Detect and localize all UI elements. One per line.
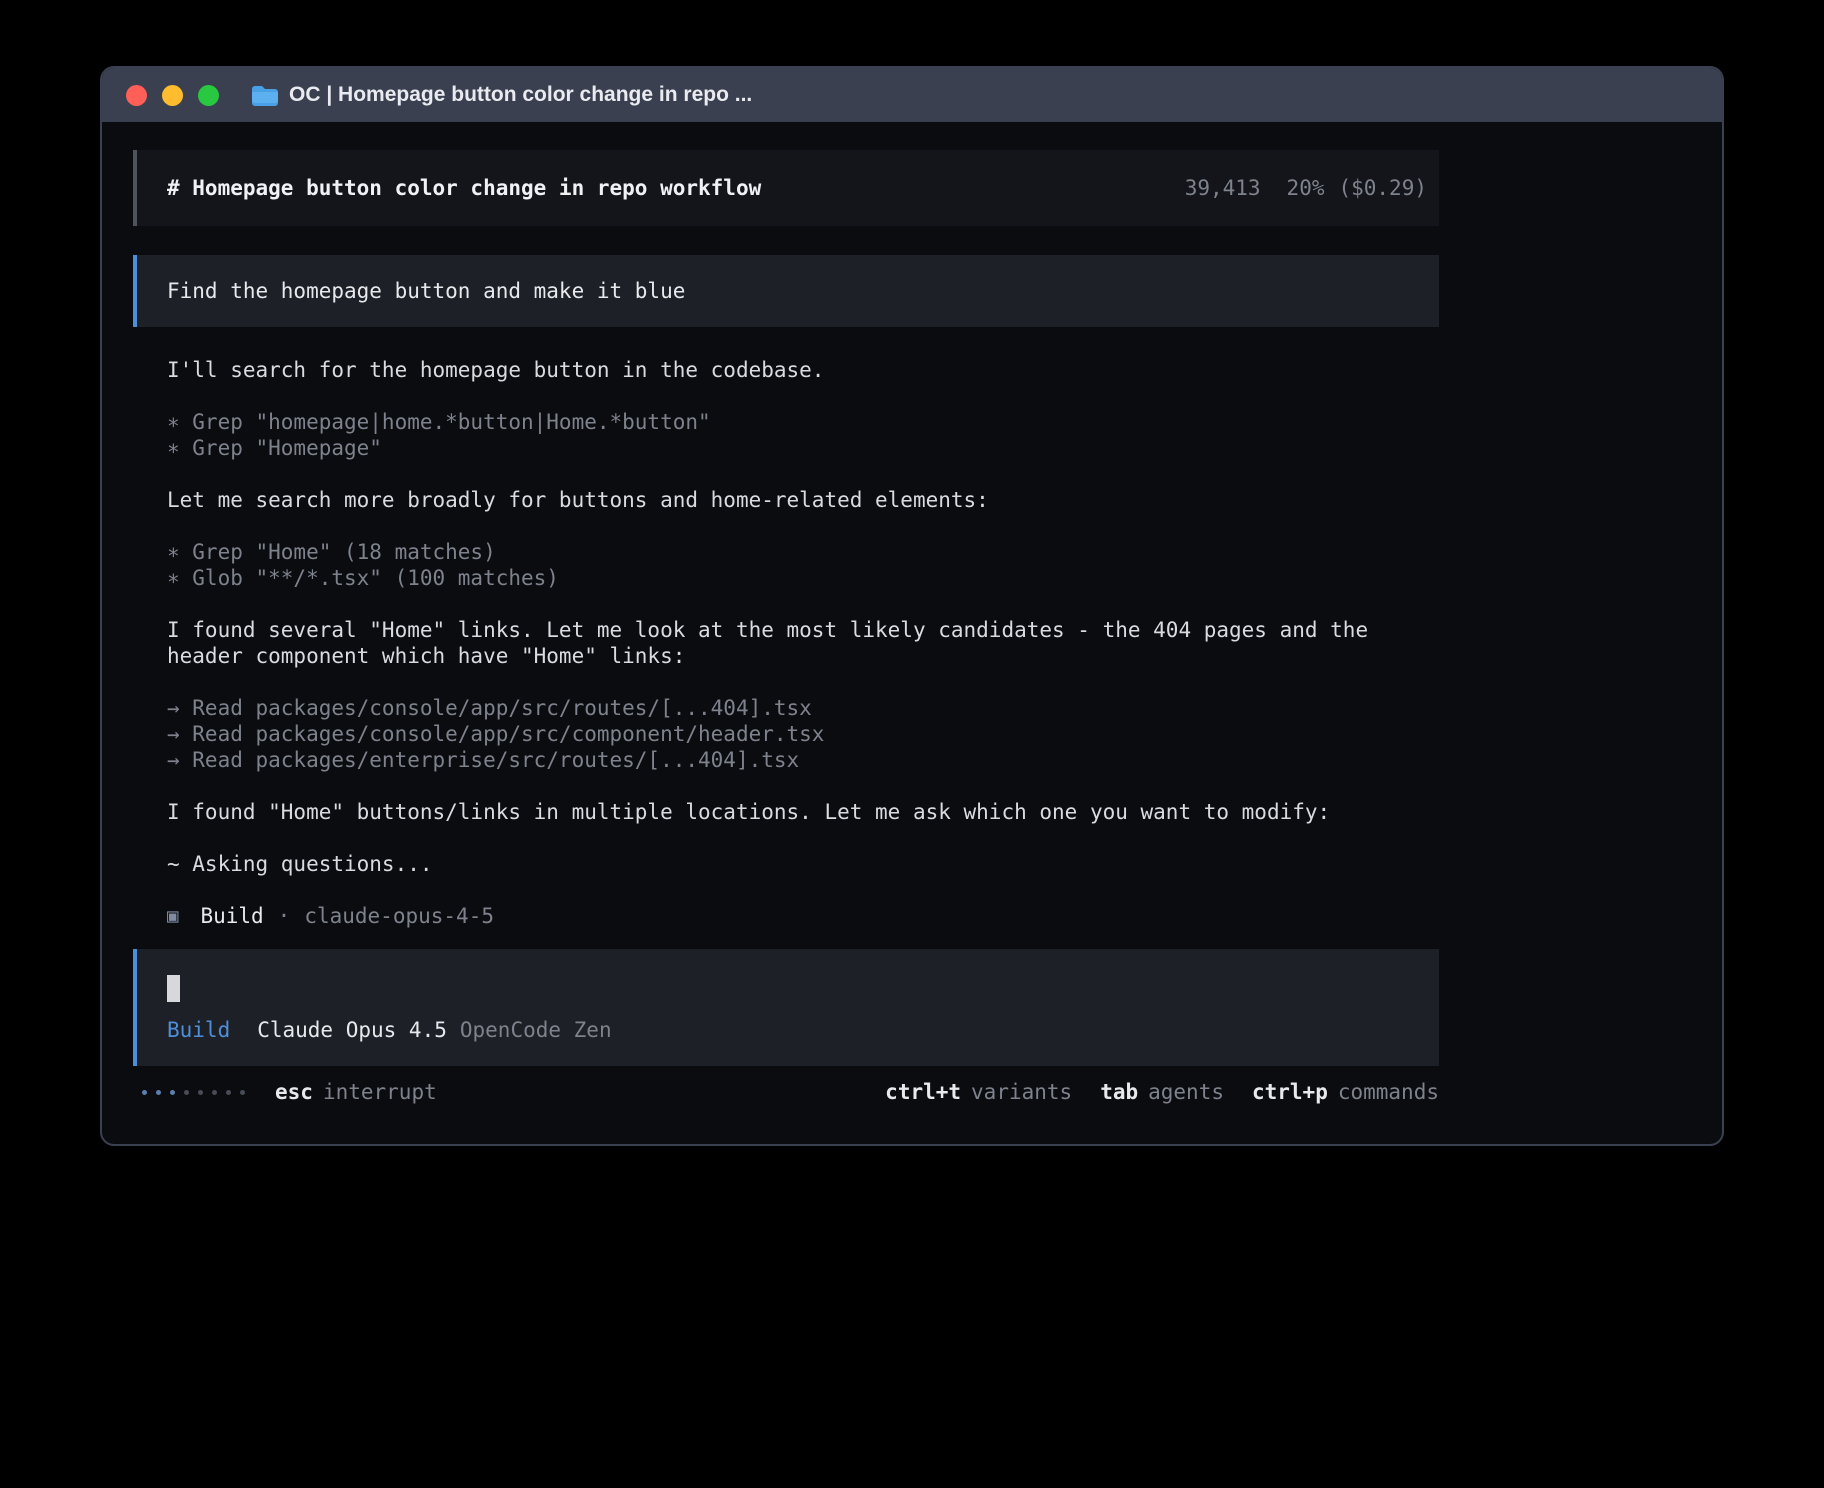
shortcut-label: variants xyxy=(971,1080,1072,1104)
session-cost: ($0.29) xyxy=(1338,176,1427,200)
assistant-paragraph: Let me search more broadly for buttons a… xyxy=(133,487,1439,513)
tool-call-group: ∗ Grep "homepage|home.*button|Home.*butt… xyxy=(133,409,1439,461)
spinner-dot xyxy=(212,1090,217,1095)
status-bar: esc interrupt ctrl+t variants tab agents… xyxy=(133,1080,1439,1104)
tool-call-line: → Read packages/enterprise/src/routes/[.… xyxy=(133,747,1439,773)
user-message-text: Find the homepage button and make it blu… xyxy=(167,279,685,303)
spinner-dot xyxy=(142,1090,147,1095)
input-provider-label: OpenCode Zen xyxy=(460,1018,612,1042)
agent-status-row: ▣ Build · claude-opus-4-5 xyxy=(133,903,1439,929)
shortcut-label: interrupt xyxy=(323,1080,437,1104)
assistant-paragraph: I'll search for the homepage button in t… xyxy=(133,357,1439,383)
window-titlebar: OC | Homepage button color change in rep… xyxy=(102,68,1722,122)
text-cursor[interactable] xyxy=(167,975,180,1002)
input-status-row: Build Claude Opus 4.5 OpenCode Zen xyxy=(167,1018,1409,1042)
tool-call-line: ∗ Grep "Homepage" xyxy=(133,435,1439,461)
status-text: ~ Asking questions... xyxy=(133,851,1439,877)
shortcut-variants: ctrl+t variants xyxy=(885,1080,1072,1104)
token-count: 39,413 xyxy=(1185,176,1261,200)
agent-model: claude-opus-4-5 xyxy=(304,903,494,929)
spinner-dot xyxy=(156,1090,161,1095)
input-model-label[interactable]: Claude Opus 4.5 xyxy=(257,1018,447,1042)
tool-call-line: → Read packages/console/app/src/componen… xyxy=(133,721,1439,747)
input-agent-label[interactable]: Build xyxy=(167,1018,230,1042)
session-title: # Homepage button color change in repo w… xyxy=(167,176,761,200)
close-button[interactable] xyxy=(126,85,147,106)
shortcut-label: commands xyxy=(1338,1080,1439,1104)
terminal-window: OC | Homepage button color change in rep… xyxy=(100,66,1724,1146)
context-percent: 20% xyxy=(1287,176,1325,200)
assistant-paragraph: I found several "Home" links. Let me loo… xyxy=(133,617,1439,669)
tool-call-group: ∗ Grep "Home" (18 matches) ∗ Glob "**/*.… xyxy=(133,539,1439,591)
spinner-dot xyxy=(198,1090,203,1095)
session-stats: 39,413 20% ($0.29) xyxy=(1185,176,1427,200)
spinner-dot xyxy=(226,1090,231,1095)
separator-dot: · xyxy=(278,903,291,929)
spinner-dot xyxy=(184,1090,189,1095)
agent-status-icon: ▣ xyxy=(167,903,178,929)
session-header: # Homepage button color change in repo w… xyxy=(133,150,1439,226)
assistant-transcript: I'll search for the homepage button in t… xyxy=(133,357,1439,929)
prompt-input-area[interactable]: Build Claude Opus 4.5 OpenCode Zen xyxy=(133,949,1439,1066)
window-title-text: OC | Homepage button color change in rep… xyxy=(289,83,752,107)
tool-call-line: → Read packages/console/app/src/routes/[… xyxy=(133,695,1439,721)
window-title: OC | Homepage button color change in rep… xyxy=(251,83,752,107)
shortcut-key: tab xyxy=(1100,1080,1138,1104)
shortcut-key: esc xyxy=(275,1080,313,1104)
user-message: Find the homepage button and make it blu… xyxy=(133,255,1439,327)
shortcut-label: agents xyxy=(1148,1080,1224,1104)
spinner-dot xyxy=(170,1090,175,1095)
shortcut-agents: tab agents xyxy=(1100,1080,1224,1104)
tool-call-line: ∗ Grep "homepage|home.*button|Home.*butt… xyxy=(133,409,1439,435)
spinner-dot xyxy=(240,1090,245,1095)
assistant-paragraph: I found "Home" buttons/links in multiple… xyxy=(133,799,1439,825)
folder-icon xyxy=(251,84,279,107)
shortcut-commands: ctrl+p commands xyxy=(1252,1080,1439,1104)
spinner-dots xyxy=(142,1090,245,1095)
shortcut-interrupt: esc interrupt xyxy=(275,1080,437,1104)
tool-call-line: ∗ Grep "Home" (18 matches) xyxy=(133,539,1439,565)
minimize-button[interactable] xyxy=(162,85,183,106)
tool-call-group: → Read packages/console/app/src/routes/[… xyxy=(133,695,1439,773)
shortcut-key: ctrl+t xyxy=(885,1080,961,1104)
agent-name: Build xyxy=(200,903,263,929)
tool-call-line: ∗ Glob "**/*.tsx" (100 matches) xyxy=(133,565,1439,591)
zoom-button[interactable] xyxy=(198,85,219,106)
shortcut-group: ctrl+t variants tab agents ctrl+p comman… xyxy=(885,1080,1439,1104)
traffic-lights xyxy=(126,85,219,106)
shortcut-key: ctrl+p xyxy=(1252,1080,1328,1104)
